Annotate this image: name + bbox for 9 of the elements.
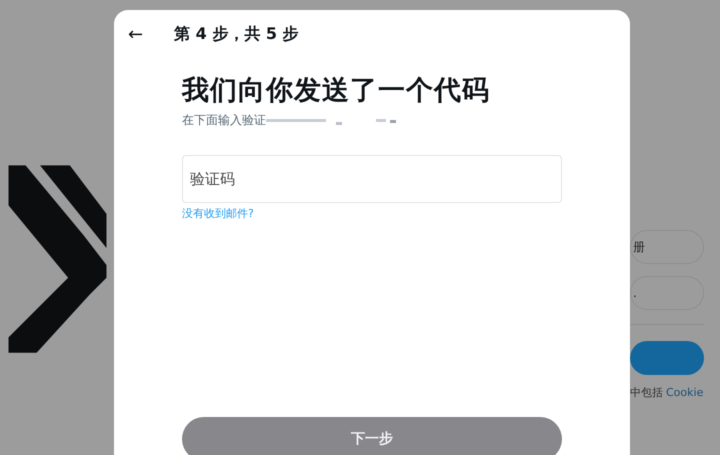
- resend-link[interactable]: 没有收到邮件?: [182, 206, 254, 221]
- background-button[interactable]: [630, 341, 704, 375]
- note-text: 中包括: [630, 386, 663, 399]
- step-indicator: 第 4 步，共 5 步: [174, 24, 299, 44]
- back-icon[interactable]: ←: [128, 24, 174, 44]
- subtitle-text: 在下面输入验证: [182, 112, 266, 129]
- cookie-link[interactable]: Cookie: [666, 386, 704, 399]
- code-field[interactable]: 验证码: [182, 155, 562, 203]
- dialog-title: 我们向你发送了一个代码: [182, 74, 491, 108]
